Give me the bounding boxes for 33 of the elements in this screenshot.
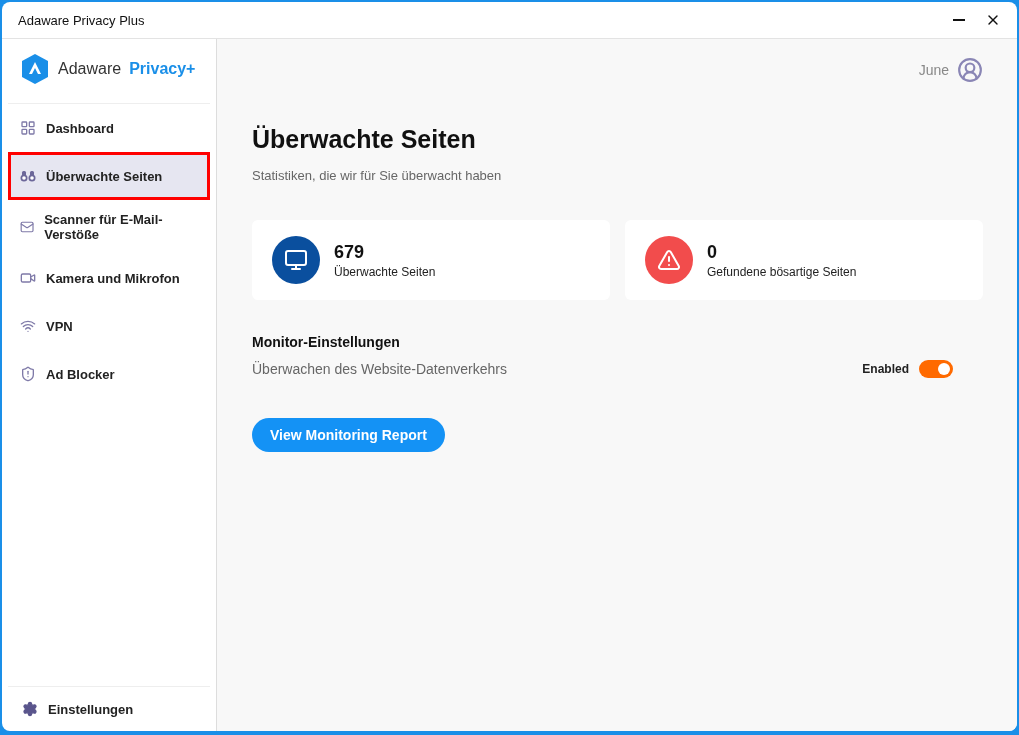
sidebar-item[interactable]: Ad Blocker — [8, 350, 210, 398]
user-name: June — [918, 62, 949, 78]
setting-label: Überwachen des Website-Datenverkehrs — [252, 361, 507, 377]
toggle-label: Enabled — [862, 362, 909, 376]
toggle-switch[interactable] — [919, 360, 953, 378]
shield-icon — [20, 366, 36, 382]
settings-icon — [22, 701, 38, 717]
sidebar-item[interactable]: Kamera und Mikrofon — [8, 254, 210, 302]
video-camera-icon — [20, 270, 36, 286]
sidebar-item[interactable]: Überwachte Seiten — [8, 152, 210, 200]
warning-icon — [657, 248, 681, 272]
page-title: Überwachte Seiten — [252, 125, 477, 154]
stat-value: 679 — [334, 241, 366, 263]
grid-icon — [20, 120, 36, 136]
minimize-icon — [953, 19, 965, 21]
product-name: Privacy+ — [129, 60, 196, 78]
brand-name: Adaware — [58, 60, 122, 78]
sidebar-item[interactable]: Scanner für E-Mail-Verstöße — [8, 200, 210, 254]
avatar-icon[interactable] — [957, 57, 983, 83]
page-subtitle: Statistiken, die wir für Sie überwacht haben — [252, 168, 503, 183]
monitor-icon — [284, 248, 308, 272]
window-title: Adaware Privacy Plus — [18, 12, 145, 28]
envelope-icon — [20, 219, 35, 235]
binoculars-icon — [20, 170, 36, 182]
stat-value: 0 — [707, 241, 718, 263]
shield-logo-icon — [20, 53, 50, 85]
section-title: Monitor-Einstellungen — [252, 334, 401, 350]
settings-item[interactable]: Einstellungen — [8, 686, 210, 731]
stat-label: Überwachte Seiten — [334, 264, 436, 279]
sidebar-item[interactable]: VPN — [8, 302, 210, 350]
stat-label: Gefundene bösartige Seiten — [707, 264, 857, 279]
wifi-icon — [20, 318, 36, 334]
sidebar-item[interactable]: Dashboard — [8, 104, 210, 152]
